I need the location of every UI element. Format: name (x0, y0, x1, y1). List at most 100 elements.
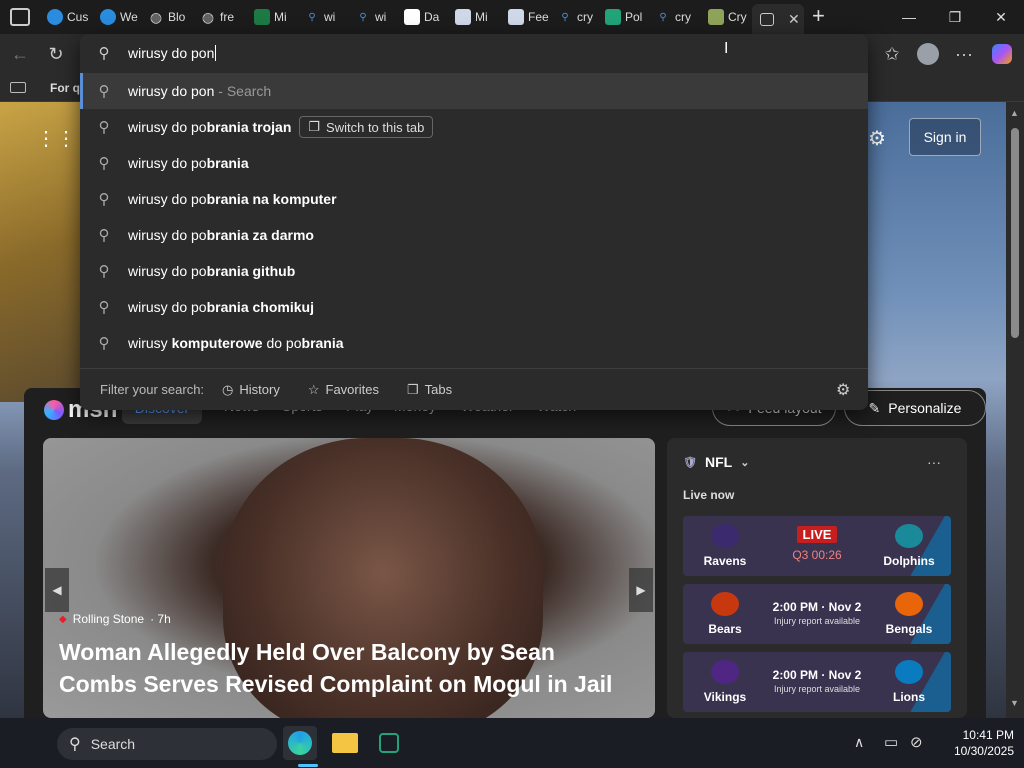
tab-2[interactable]: ◍ Blo (148, 4, 194, 30)
copilot-icon[interactable] (988, 40, 1016, 68)
suggestion-item[interactable]: ⚲ wirusy do pobrania (80, 145, 868, 181)
tab-0[interactable]: Cus (47, 4, 93, 30)
back-icon[interactable]: ← (6, 40, 34, 68)
switch-to-tab-button[interactable]: ❐ Switch to this tab (299, 116, 434, 138)
suggestion-part: brania trojan (206, 119, 292, 135)
suggestion-part: brania (206, 155, 249, 171)
edge-icon (100, 9, 116, 25)
suggestion-part: brania za darmo (206, 227, 314, 243)
taskbar-clock[interactable]: 10:41 PM 10/30/2025 (944, 727, 1014, 759)
carousel-prev-button[interactable]: ◀ (45, 568, 69, 612)
tab-label: Pol (625, 10, 643, 24)
suggestion-text: wirusy do pobrania github (128, 263, 295, 279)
tab-12[interactable]: ⚲ cry (655, 4, 701, 30)
taskbar-edge-icon[interactable] (283, 726, 317, 760)
favorites-folder-icon[interactable] (10, 82, 26, 93)
nfl-game-card[interactable]: Bears Bengals 2:00 PM · Nov 2 Injury report… (683, 584, 951, 644)
suggestion-text: wirusy komputerowe do pobrania (128, 335, 344, 351)
game-status: 2:00 PM · Nov 2 Injury report available (753, 668, 881, 694)
suggestion-part: brania github (206, 263, 296, 279)
restore-button[interactable]: ❐ (932, 0, 978, 34)
nfl-game-card[interactable]: Vikings Lions 2:00 PM · Nov 2 Injury report… (683, 652, 951, 712)
tab-9[interactable]: Fee (508, 4, 554, 30)
suggestion-item[interactable]: ⚲ wirusy do pobrania github (80, 253, 868, 289)
nfl-more-icon[interactable]: ··· (927, 454, 941, 470)
network-icon[interactable]: ⊘ (910, 733, 923, 751)
carousel-next-button[interactable]: ▶ (629, 568, 653, 612)
suggestion-item[interactable]: ⚲ wirusy do pobrania za darmo (80, 217, 868, 253)
home-team-logo-icon (711, 524, 739, 548)
suggestion-text: wirusy do pobrania trojan (128, 119, 291, 135)
tab-8[interactable]: Mi (455, 4, 501, 30)
suggestion-item[interactable]: ⚲ wirusy komputerowe do pobrania (80, 325, 868, 361)
pencil-icon: ✎ (868, 399, 881, 416)
display-icon[interactable]: ▭ (884, 733, 898, 751)
scroll-up-icon[interactable]: ▲ (1010, 108, 1019, 118)
tab-3[interactable]: ◍ fre (200, 4, 246, 30)
tab-1[interactable]: We (100, 4, 146, 30)
tab-4[interactable]: Mi (254, 4, 300, 30)
tab-actions-icon[interactable] (10, 8, 30, 26)
favorites-bar-item[interactable]: For q (50, 81, 80, 95)
suggestion-item[interactable]: ⚲ wirusy do pobrania trojan ❐ Switch to thi… (80, 109, 868, 145)
tray-overflow-icon[interactable]: ∧ (854, 734, 864, 751)
tab-6[interactable]: ⚲ wi (355, 4, 401, 30)
away-team-logo-icon (895, 660, 923, 684)
taskbar-search[interactable]: ⚲ Search (57, 728, 277, 760)
address-bar[interactable]: ⚲ wirusy do pon (80, 34, 868, 72)
suggestion-settings-icon[interactable]: ⚙ (836, 380, 850, 400)
windows-start-icon[interactable] (16, 731, 42, 757)
game-status-text: LIVE (796, 526, 838, 543)
tab-7[interactable]: Da (404, 4, 450, 30)
taskbar-app-icon[interactable] (372, 726, 406, 760)
tab-label: Mi (274, 10, 287, 24)
tab-5[interactable]: ⚲ wi (304, 4, 350, 30)
scrollbar-thumb[interactable] (1011, 128, 1019, 338)
minimize-button[interactable]: — (886, 0, 932, 34)
tab-strip: Cus We ◍ Blo ◍ fre Mi ⚲ wi ⚲ wi Da Mi Fee ⚲ cry Pol ⚲ cry C… (0, 0, 1024, 34)
away-team-name: Lions (893, 690, 925, 704)
nfl-widget: 🛡 NFL ⌄ ··· Live now Ravens Dolphins LIVE Q… (667, 438, 967, 718)
address-input[interactable]: wirusy do pon (128, 45, 214, 61)
favorites-star-icon[interactable]: ✩ (878, 40, 906, 68)
github-icon (404, 9, 420, 25)
new-tab-button[interactable]: + (812, 3, 825, 29)
tab-label: cry (675, 10, 691, 24)
suggestion-item[interactable]: ⚲ wirusy do pobrania na komputer (80, 181, 868, 217)
suggestion-item[interactable]: ⚲ wirusy do pon - Search (80, 73, 868, 109)
suggestion-part: wirusy do po (128, 119, 207, 135)
filter-tabs-button[interactable]: ❐ Tabs (407, 382, 452, 398)
nfl-header[interactable]: 🛡 NFL ⌄ (683, 454, 749, 470)
tab-label: fre (220, 10, 235, 24)
scroll-down-icon[interactable]: ▼ (1010, 698, 1019, 708)
more-menu-icon[interactable]: ··· (950, 40, 978, 68)
search-icon: ⚲ (359, 11, 367, 23)
tab-11[interactable]: Pol (605, 4, 651, 30)
page-scrollbar[interactable]: ▲ ▼ (1006, 102, 1024, 718)
taskbar-file-explorer-icon[interactable] (328, 726, 362, 760)
suggestion-text: wirusy do pobrania za darmo (128, 227, 314, 243)
close-window-button[interactable]: ✕ (978, 0, 1024, 34)
edge-icon (47, 9, 63, 25)
profile-avatar[interactable] (914, 40, 942, 68)
filter-history-button[interactable]: ◷ History (222, 382, 280, 398)
hero-card[interactable]: ◀ ▶ ◆ Rolling Stone · 7h Woman Allegedly… (43, 438, 655, 718)
close-tab-icon[interactable]: ✕ (788, 11, 800, 28)
home-team-logo-icon (711, 592, 739, 616)
tab-grid-icon (760, 12, 774, 26)
tab-10[interactable]: ⚲ cry (557, 4, 603, 30)
tab-13[interactable]: Cry (708, 4, 754, 30)
refresh-icon[interactable]: ↻ (42, 40, 70, 68)
excel-icon (254, 9, 270, 25)
active-app-indicator (298, 764, 318, 767)
suggestion-item[interactable]: ⚲ wirusy do pobrania chomikuj (80, 289, 868, 325)
tab-active[interactable]: ✕ (752, 4, 804, 34)
hero-headline[interactable]: Woman Allegedly Held Over Balcony by Sea… (59, 636, 639, 700)
settings-gear-icon[interactable]: ⚙ (868, 126, 886, 151)
search-icon: ⚲ (659, 11, 667, 23)
nfl-game-card[interactable]: Ravens Dolphins LIVE Q3 00:26 (683, 516, 951, 576)
app-launcher-icon[interactable]: ⋮⋮ (36, 126, 76, 150)
switch-tab-icon: ❐ (308, 119, 321, 134)
filter-favorites-button[interactable]: ☆ Favorites (308, 382, 379, 398)
sign-in-button[interactable]: Sign in (909, 118, 981, 156)
